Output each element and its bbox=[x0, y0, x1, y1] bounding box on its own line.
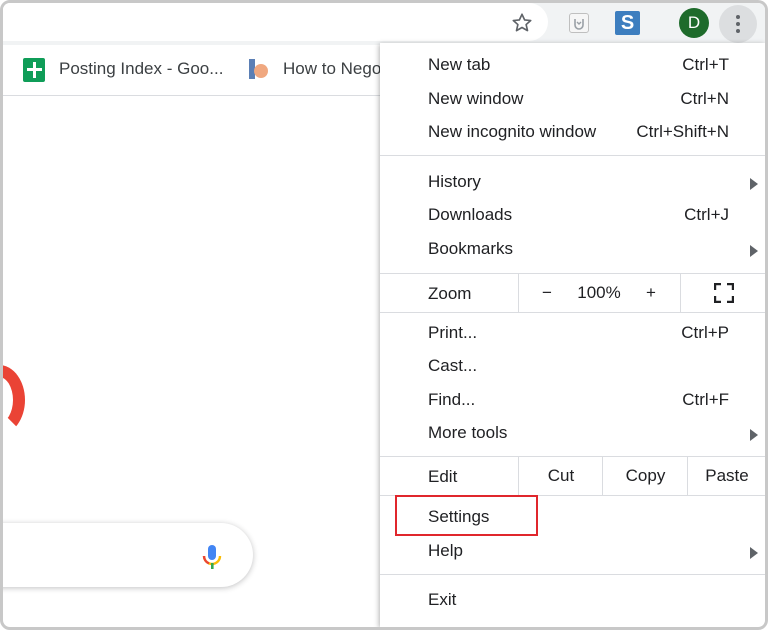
menu-item-history[interactable]: History bbox=[380, 166, 765, 200]
menu-item-label: Find... bbox=[428, 390, 476, 409]
menu-item-find[interactable]: Find... Ctrl+F bbox=[380, 384, 765, 418]
menu-item-label: New tab bbox=[428, 55, 491, 74]
menu-item-label: More tools bbox=[428, 423, 508, 442]
submenu-arrow-icon bbox=[750, 245, 758, 257]
menu-item-more-tools[interactable]: More tools bbox=[380, 417, 765, 451]
menu-separator bbox=[380, 155, 765, 156]
menu-item-shortcut: Ctrl+N bbox=[680, 89, 729, 108]
menu-item-exit[interactable]: Exit bbox=[380, 584, 765, 618]
menu-item-shortcut: Ctrl+T bbox=[682, 55, 729, 74]
menu-item-downloads[interactable]: Downloads Ctrl+J bbox=[380, 199, 765, 233]
extension-icon[interactable] bbox=[569, 13, 589, 33]
bookmark-how-to-negotiate[interactable]: How to Nego bbox=[283, 59, 381, 79]
menu-item-label: Help bbox=[428, 541, 463, 560]
fullscreen-icon[interactable] bbox=[714, 283, 734, 303]
google-logo bbox=[3, 365, 25, 435]
menu-item-label: Cast... bbox=[428, 356, 478, 375]
menu-separator bbox=[380, 312, 765, 313]
menu-cell-divider bbox=[518, 274, 519, 312]
menu-edit-row: Edit Cut Copy Paste bbox=[380, 457, 765, 495]
menu-item-new-incognito-window[interactable]: New incognito window Ctrl+Shift+N bbox=[380, 116, 765, 150]
submenu-arrow-icon bbox=[750, 178, 758, 190]
menu-item-label: Print... bbox=[428, 323, 478, 342]
submenu-arrow-icon bbox=[750, 429, 758, 441]
menu-item-label: Downloads bbox=[428, 205, 513, 224]
menu-zoom-row: Zoom − 100% + bbox=[380, 274, 765, 312]
menu-item-label: New window bbox=[428, 89, 524, 108]
address-bar[interactable] bbox=[3, 3, 548, 41]
menu-item-label: Bookmarks bbox=[428, 239, 514, 258]
star-icon[interactable] bbox=[511, 12, 533, 34]
zoom-level: 100% bbox=[577, 283, 621, 302]
menu-item-print[interactable]: Print... Ctrl+P bbox=[380, 317, 765, 351]
menu-item-shortcut: Ctrl+P bbox=[681, 323, 729, 342]
menu-item-shortcut: Ctrl+F bbox=[682, 390, 729, 409]
browser-window: S D Posting Index - Goo... How to Nego N… bbox=[0, 0, 768, 630]
paste-button[interactable]: Paste bbox=[687, 457, 765, 495]
menu-item-new-tab[interactable]: New tab Ctrl+T bbox=[380, 49, 765, 83]
menu-item-label: Exit bbox=[428, 590, 457, 609]
menu-item-new-window[interactable]: New window Ctrl+N bbox=[380, 83, 765, 117]
menu-item-shortcut: Ctrl+Shift+N bbox=[636, 122, 729, 141]
menu-item-bookmarks[interactable]: Bookmarks bbox=[380, 233, 765, 267]
copy-button[interactable]: Copy bbox=[602, 457, 688, 495]
zoom-out-button[interactable]: − bbox=[540, 274, 554, 312]
menu-item-shortcut: Ctrl+J bbox=[684, 205, 729, 224]
menu-item-help[interactable]: Help bbox=[380, 535, 765, 569]
chrome-main-menu: New tab Ctrl+T New window Ctrl+N New inc… bbox=[380, 43, 765, 627]
menu-separator bbox=[380, 574, 765, 575]
zoom-label: Zoom bbox=[428, 284, 472, 303]
edit-label: Edit bbox=[428, 467, 458, 486]
profile-avatar[interactable]: D bbox=[679, 8, 709, 38]
bookmark-posting-index[interactable]: Posting Index - Goo... bbox=[59, 59, 223, 79]
doc-icon bbox=[249, 59, 268, 79]
sheets-icon bbox=[23, 58, 45, 82]
cut-button[interactable]: Cut bbox=[518, 457, 603, 495]
s-extension-icon[interactable]: S bbox=[615, 11, 640, 35]
menu-item-label: History bbox=[428, 172, 481, 191]
settings-highlight-box bbox=[395, 495, 538, 536]
menu-item-cast[interactable]: Cast... bbox=[380, 350, 765, 384]
browser-toolbar: S D bbox=[3, 3, 765, 45]
microphone-icon[interactable] bbox=[201, 543, 223, 571]
submenu-arrow-icon bbox=[750, 547, 758, 559]
menu-item-label: New incognito window bbox=[428, 122, 597, 141]
zoom-in-button[interactable]: + bbox=[644, 274, 658, 312]
kebab-menu-icon[interactable] bbox=[719, 5, 757, 43]
menu-cell-divider bbox=[680, 274, 681, 312]
